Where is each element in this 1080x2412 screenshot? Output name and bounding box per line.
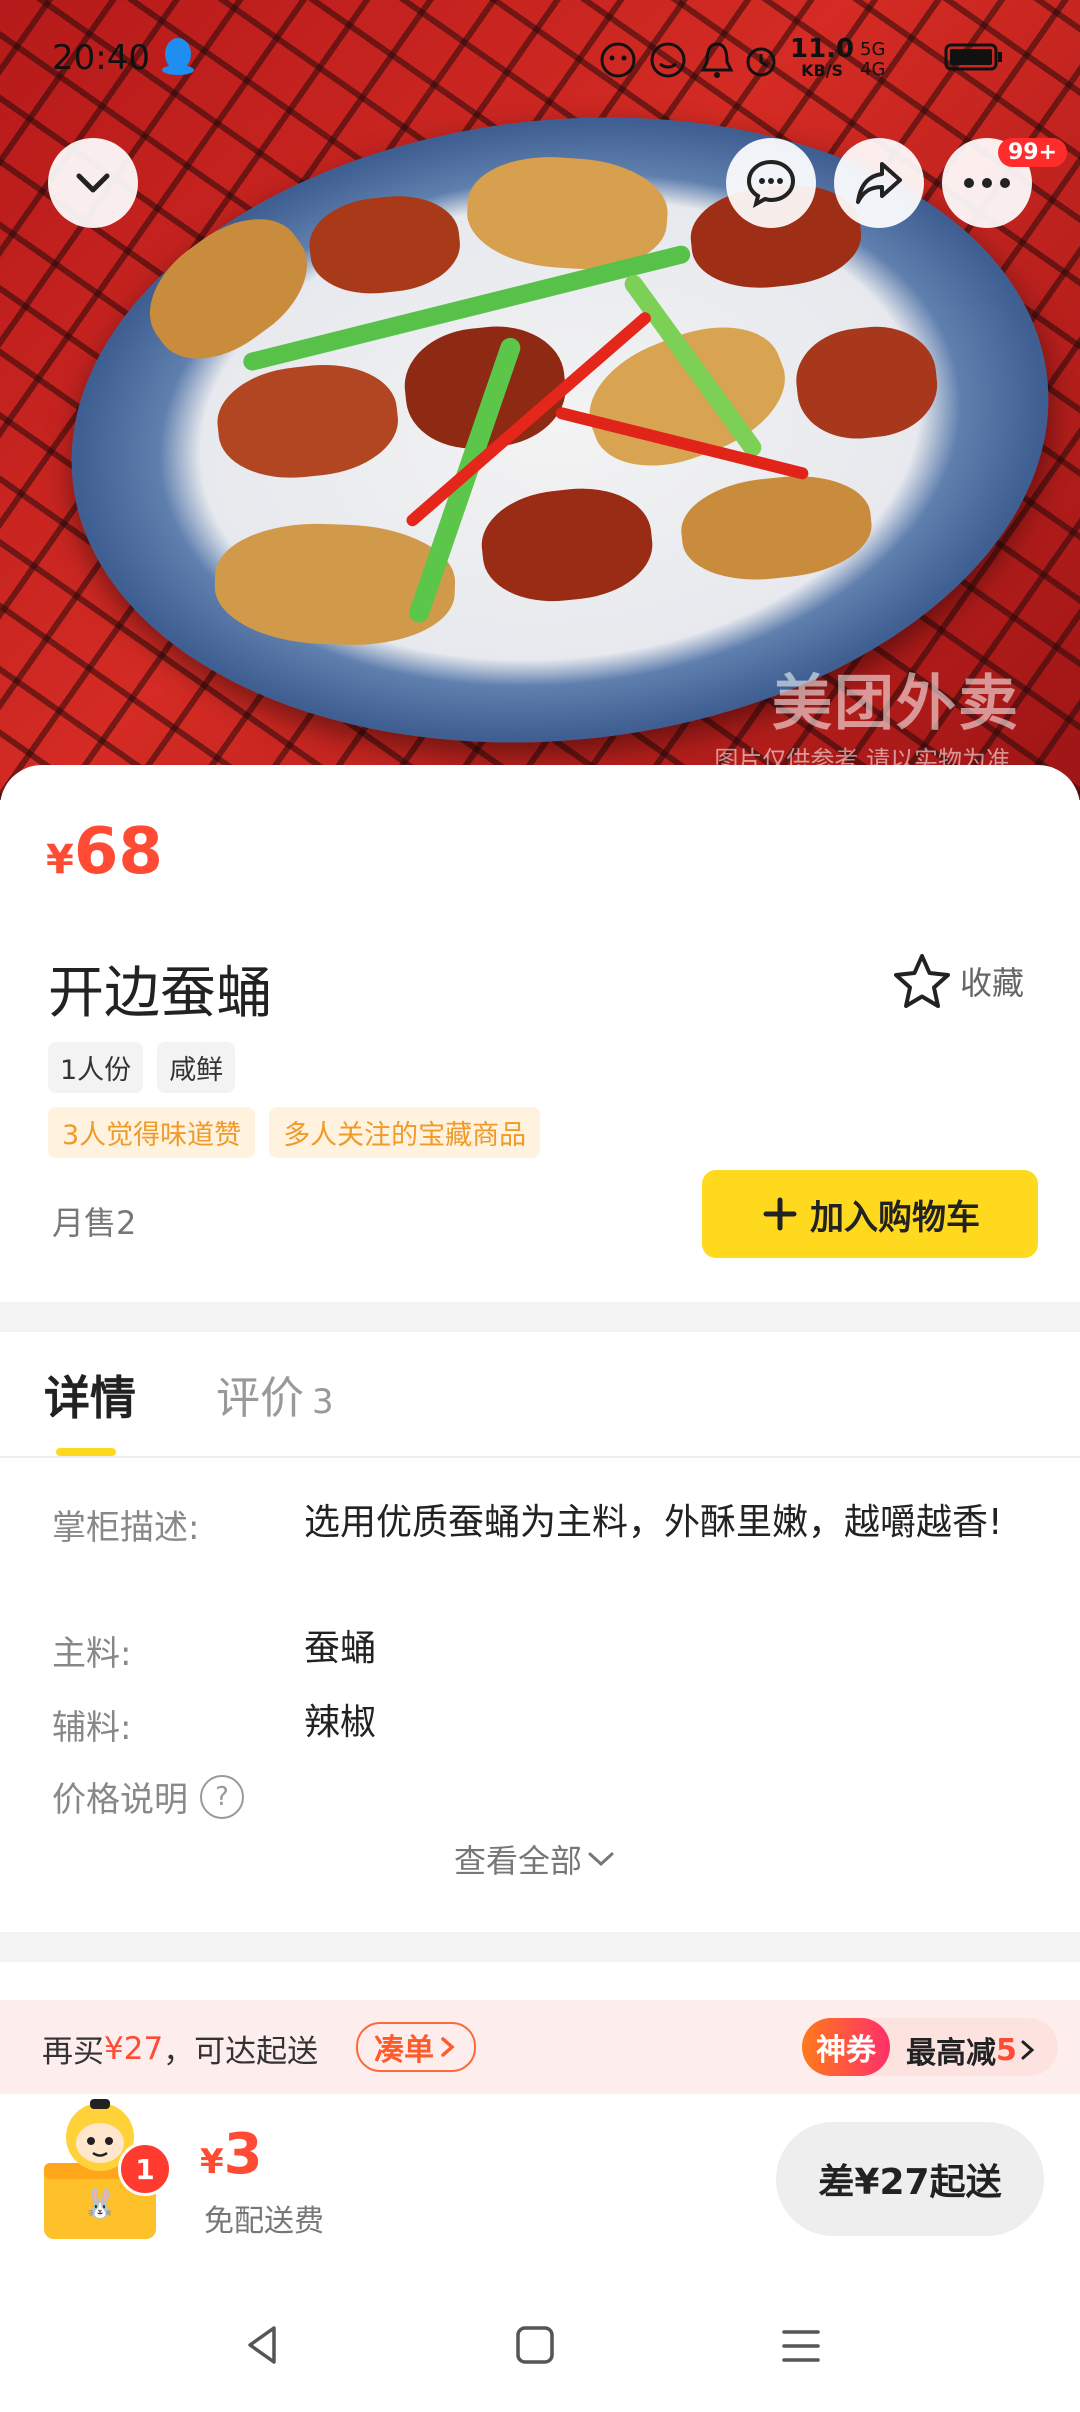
status-time: 20:40 [52, 38, 150, 78]
favorite-button[interactable]: 收藏 [892, 952, 1024, 1010]
add-more-items-button[interactable]: 凑单 [356, 2022, 476, 2072]
chevron-right-icon [441, 2037, 455, 2057]
desc-label: 掌柜描述: [52, 1508, 200, 1548]
product-hero-image: 美团外卖 图片仅供参考 请以实物为准 [0, 0, 1080, 800]
collapse-button[interactable] [48, 138, 138, 228]
section-divider [0, 1932, 1080, 1962]
aux-ingredient-label: 辅料: [52, 1708, 132, 1748]
tab-reviews-label: 评价 [216, 1373, 304, 1424]
star-icon [894, 954, 950, 1008]
price-note[interactable]: 价格说明 ? [52, 1772, 244, 1821]
tag-taste-praise: 3人觉得味道赞 [48, 1107, 256, 1158]
aux-ingredient-value: 辣椒 [304, 1702, 377, 1743]
highlight-tags: 3人觉得味道赞 多人关注的宝藏商品 [48, 1107, 541, 1158]
promo-suffix: ，可达起送 [163, 2034, 319, 2070]
home-square-icon [516, 2326, 554, 2364]
monthly-sales: 月售2 [52, 1204, 137, 1242]
coupon-badge: 神券 [802, 2018, 890, 2076]
cart-fee-currency: ¥ [200, 2142, 224, 2182]
main-ingredient-label: 主料: [52, 1634, 132, 1674]
nav-home-button[interactable] [514, 2324, 556, 2366]
desc-value: 选用优质蚕蛹为主料，外酥里嫩，越嚼越香! [304, 1502, 1003, 1543]
tag-treasure-item: 多人关注的宝藏商品 [269, 1107, 541, 1158]
view-all-button[interactable]: 查看全部 [454, 1836, 616, 1882]
favorite-label: 收藏 [960, 964, 1025, 1002]
chevron-right-icon [1021, 2040, 1035, 2060]
section-divider [0, 1302, 1080, 1332]
cart-fee: ¥ 3 [200, 2122, 263, 2187]
svg-text:🐰: 🐰 [83, 2187, 118, 2220]
add-more-label: 凑单 [374, 2033, 434, 2068]
network-type-secondary: 4G [860, 59, 886, 80]
chat-bubble-icon [746, 159, 796, 208]
add-to-cart-label: 加入购物车 [810, 1197, 980, 1238]
message-count-badge: 99+ [998, 138, 1068, 167]
coupon-label: 最高减 [906, 2036, 996, 2071]
price-note-label: 价格说明 [52, 1780, 188, 1820]
question-icon: ? [200, 1774, 244, 1819]
tab-underline [0, 1456, 1080, 1458]
delivery-fee-label: 免配送费 [204, 2204, 324, 2239]
message-button[interactable] [726, 138, 816, 228]
promo-amount: ¥27 [104, 2030, 164, 2067]
chevron-down-icon [588, 1852, 614, 1867]
tab-reviews-count: 3 [312, 1382, 334, 1422]
notification-icon [598, 40, 638, 80]
more-dots-icon [964, 178, 1010, 188]
cart-fee-value: 3 [223, 2122, 263, 2187]
network-type: 5G [860, 39, 886, 60]
tag-portion: 1人份 [48, 1042, 144, 1093]
checkout-button[interactable]: 差¥27起送 [776, 2122, 1044, 2236]
tab-reviews[interactable]: 评价 3 [216, 1362, 334, 1426]
alarm-icon [744, 40, 778, 80]
promo-message: 再买 ¥27 ，可达起送 [42, 2026, 318, 2071]
product-title: 开边蚕蛹 [48, 961, 272, 1026]
tab-active-indicator [56, 1448, 116, 1456]
notification-icon [648, 40, 688, 80]
share-arrow-icon [856, 162, 902, 204]
bell-icon [700, 40, 734, 80]
add-to-cart-button[interactable]: 加入购物车 [702, 1170, 1038, 1258]
share-button[interactable] [834, 138, 924, 228]
coupon-text: 最高减 5 [906, 2028, 1037, 2072]
tag-flavor: 咸鲜 [157, 1042, 236, 1093]
network-speed-value: 11.0 [790, 34, 855, 64]
price-currency: ¥ [46, 837, 74, 883]
promo-prefix: 再买 [42, 2034, 104, 2070]
spec-tags: 1人份 咸鲜 [48, 1042, 236, 1093]
watermark: 美团外卖 [772, 669, 1020, 739]
nav-back-button[interactable] [240, 2322, 286, 2368]
price-block: ¥ 68 [46, 815, 163, 889]
battery-icon [944, 42, 1004, 72]
price-value: 68 [73, 815, 163, 889]
chevron-down-icon [76, 173, 110, 193]
tab-details[interactable]: 详情 [44, 1362, 136, 1428]
plus-icon [763, 1197, 797, 1231]
menu-lines-icon [782, 2330, 820, 2362]
view-all-label: 查看全部 [454, 1842, 583, 1880]
qq-icon [160, 36, 196, 76]
main-ingredient-value: 蚕蛹 [304, 1628, 377, 1669]
nav-menu-button[interactable] [780, 2326, 822, 2366]
back-triangle-icon [248, 2326, 276, 2364]
coupon-value: 5 [996, 2032, 1017, 2068]
cart-count-badge: 1 [118, 2142, 172, 2196]
